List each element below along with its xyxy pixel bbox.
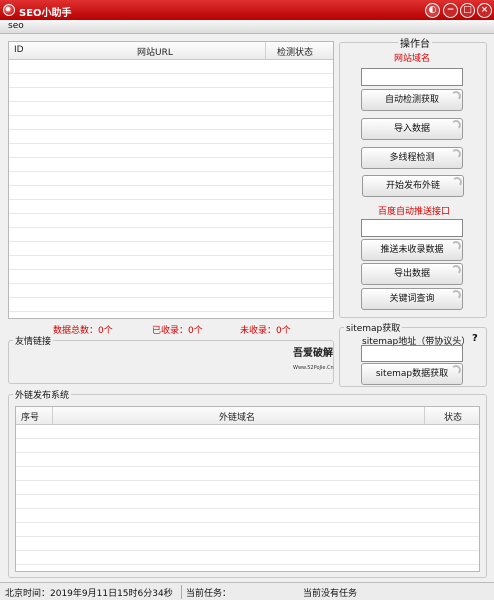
export-data-button[interactable]: 导出数据 — [361, 263, 463, 285]
status-divider — [181, 585, 182, 599]
status-bar: 北京时间：2019年9月11日15时6分34秒 当前任务： 当前没有任务 — [0, 582, 494, 600]
multithread-check-label: 多线程检测 — [389, 153, 435, 163]
col-check-status[interactable]: 检测状态 — [277, 45, 313, 58]
col-id[interactable]: ID — [14, 45, 24, 55]
import-data-button[interactable]: 导入数据 — [361, 118, 463, 140]
sitemap-url-input[interactable] — [361, 345, 463, 362]
sitemap-fetch-label: sitemap数据获取 — [375, 369, 449, 379]
stat-indexed: 已收录：0个 — [152, 326, 203, 336]
status-task-label: 当前任务： — [186, 589, 232, 599]
stat-not-indexed: 未收录：0个 — [240, 326, 291, 336]
keyword-query-label: 关键词查询 — [389, 294, 435, 304]
column-divider — [424, 407, 425, 425]
sitemap-fetch-button[interactable]: sitemap数据获取 — [361, 363, 463, 385]
console-title: 操作台 — [398, 35, 432, 50]
baidu-push-label: 百度自动推送接口 — [378, 207, 451, 217]
multithread-check-button[interactable]: 多线程检测 — [361, 147, 463, 169]
auto-detect-button[interactable]: 自动检测获取 — [361, 89, 463, 111]
domain-input[interactable] — [361, 68, 463, 86]
publish-grid[interactable]: 序号 外链域名 状态 — [15, 406, 480, 572]
col-url[interactable]: 网站URL — [137, 45, 173, 58]
publish-links-label: 开始发布外链 — [385, 181, 440, 191]
col-link-domain[interactable]: 外链域名 — [219, 410, 255, 423]
push-unindexed-label: 推送未收录数据 — [380, 245, 444, 255]
domain-grid-header: ID 网站URL 检测状态 — [9, 42, 333, 60]
push-unindexed-button[interactable]: 推送未收录数据 — [361, 239, 463, 261]
close-button[interactable]: × — [477, 3, 492, 18]
window-title: SEO小助手 — [19, 8, 72, 19]
export-data-label: 导出数据 — [393, 269, 430, 279]
menu-bar: seo — [0, 20, 494, 34]
domain-grid[interactable]: ID 网站URL 检测状态 — [8, 41, 334, 319]
import-data-label: 导入数据 — [393, 124, 430, 134]
stat-total: 数据总数：0个 — [53, 326, 113, 336]
baidu-push-input[interactable] — [361, 219, 463, 237]
menu-item-seo[interactable]: seo — [8, 21, 24, 31]
status-time: 北京时间：2019年9月11日15时6分34秒 — [5, 589, 173, 599]
column-divider — [52, 407, 53, 425]
domain-label: 网站域名 — [394, 54, 431, 64]
friend-link-logo[interactable]: 吾爱破解 Www.52PoJie.Cn — [293, 347, 334, 379]
column-divider — [265, 42, 266, 60]
logo-text: 吾爱破解 — [293, 348, 333, 359]
title-bar[interactable]: SEO小助手 ◐ − □ × — [0, 0, 494, 20]
keyword-query-button[interactable]: 关键词查询 — [361, 288, 463, 310]
logo-subtext: Www.52PoJie.Cn — [293, 365, 334, 371]
friend-links-group — [8, 340, 334, 384]
publish-system-title: 外链发布系统 — [13, 388, 72, 401]
friend-links-title: 友情链接 — [13, 334, 54, 347]
publish-links-button[interactable]: 开始发布外链 — [362, 175, 464, 197]
domain-grid-body[interactable] — [9, 60, 333, 318]
skin-button[interactable]: ◐ — [425, 3, 440, 18]
publish-grid-body[interactable] — [16, 425, 479, 571]
auto-detect-label: 自动检测获取 — [384, 95, 439, 105]
minimize-button[interactable]: − — [443, 3, 458, 18]
status-task-value: 当前没有任务 — [303, 589, 358, 599]
maximize-button[interactable]: □ — [460, 3, 475, 18]
publish-grid-header: 序号 外链域名 状态 — [16, 407, 479, 425]
col-status[interactable]: 状态 — [444, 410, 462, 423]
help-icon[interactable]: ? — [472, 333, 478, 344]
app-icon — [3, 4, 15, 16]
col-index[interactable]: 序号 — [21, 410, 39, 423]
sitemap-title: sitemap获取 — [344, 321, 403, 334]
